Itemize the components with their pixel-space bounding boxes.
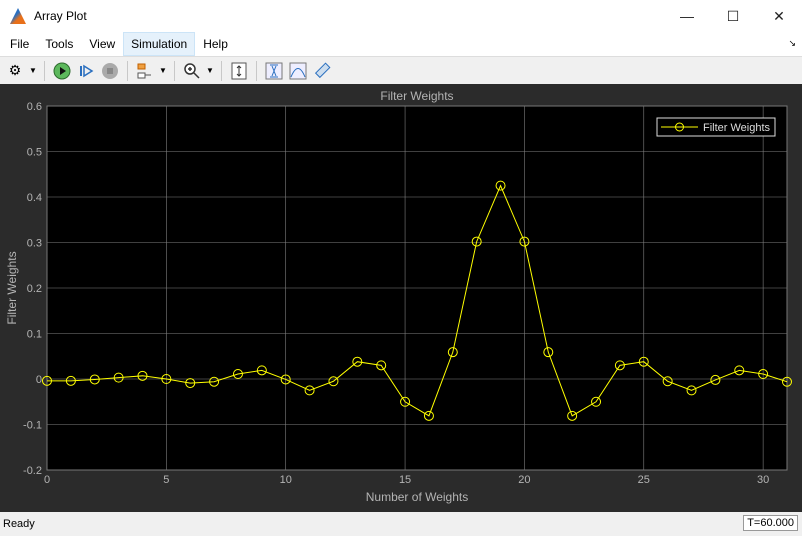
zoom-in-icon[interactable] xyxy=(181,60,203,82)
menu-view[interactable]: View xyxy=(81,32,123,56)
x-axis-label: Number of Weights xyxy=(366,490,469,504)
separator xyxy=(127,60,128,81)
y-tick-label: 0.5 xyxy=(27,147,42,159)
y-tick-label: 0 xyxy=(36,374,42,386)
menu-help[interactable]: Help xyxy=(195,32,236,56)
x-tick-label: 30 xyxy=(757,474,769,486)
y-tick-label: -0.2 xyxy=(23,465,42,477)
separator xyxy=(44,60,45,81)
minimize-button[interactable]: — xyxy=(664,0,710,32)
run-icon[interactable] xyxy=(51,60,73,82)
toolbar: ⚙ ▼ ▼ ▼ xyxy=(0,56,802,84)
window-title: Array Plot xyxy=(34,9,87,23)
menu-simulation[interactable]: Simulation xyxy=(123,32,196,56)
y-tick-label: 0.3 xyxy=(27,238,42,250)
separator xyxy=(174,60,175,81)
close-button[interactable]: ✕ xyxy=(756,0,802,32)
y-axis-label: Filter Weights xyxy=(5,251,19,324)
step-forward-icon[interactable] xyxy=(75,60,97,82)
x-tick-label: 25 xyxy=(638,474,650,486)
menu-file[interactable]: File xyxy=(2,32,37,56)
x-tick-label: 5 xyxy=(163,474,169,486)
y-tick-label: -0.1 xyxy=(23,420,42,432)
y-tick-label: 0.6 xyxy=(27,101,42,113)
chevron-down-icon[interactable]: ▼ xyxy=(158,66,168,75)
maximize-button[interactable]: ☐ xyxy=(710,0,756,32)
chevron-down-icon[interactable]: ▼ xyxy=(205,66,215,75)
separator xyxy=(256,60,257,81)
y-tick-label: 0.2 xyxy=(27,283,42,295)
stop-icon[interactable] xyxy=(99,60,121,82)
status-bar: Ready T=60.000 xyxy=(0,512,802,536)
cursor-measurements-icon[interactable] xyxy=(263,60,285,82)
matlab-logo-icon xyxy=(10,8,26,24)
y-tick-label: 0.4 xyxy=(27,192,42,204)
array-plot-chart: 0 5 10 15 20 25 30 -0.2 -0.1 0 0.1 0.2 0.3 0.4 0.5 0.6 F… xyxy=(5,89,792,504)
gear-icon[interactable]: ⚙ xyxy=(4,60,26,82)
undock-icon[interactable]: ↘ xyxy=(788,38,796,49)
plot-figure: 0 5 10 15 20 25 30 -0.2 -0.1 0 0.1 0.2 0.3 0.4 0.5 0.6 F… xyxy=(0,84,802,512)
legend-entry: Filter Weights xyxy=(703,122,771,134)
signal-hierarchy-icon[interactable] xyxy=(134,60,156,82)
simulation-time: T=60.000 xyxy=(743,515,798,531)
scale-axes-icon[interactable] xyxy=(228,60,250,82)
x-tick-label: 20 xyxy=(518,474,530,486)
menu-bar: File Tools View Simulation Help ↘ xyxy=(0,32,802,56)
x-tick-label: 15 xyxy=(399,474,411,486)
x-tick-label: 0 xyxy=(44,474,50,486)
title-bar: Array Plot — ☐ ✕ xyxy=(0,0,802,32)
status-text: Ready xyxy=(3,518,35,530)
measurements-icon[interactable] xyxy=(311,60,333,82)
peak-finder-icon[interactable] xyxy=(287,60,309,82)
menu-tools[interactable]: Tools xyxy=(37,32,81,56)
separator xyxy=(221,60,222,81)
chevron-down-icon[interactable]: ▼ xyxy=(28,66,38,75)
chart-title: Filter Weights xyxy=(380,89,453,103)
y-tick-label: 0.1 xyxy=(27,329,42,341)
x-tick-label: 10 xyxy=(280,474,292,486)
